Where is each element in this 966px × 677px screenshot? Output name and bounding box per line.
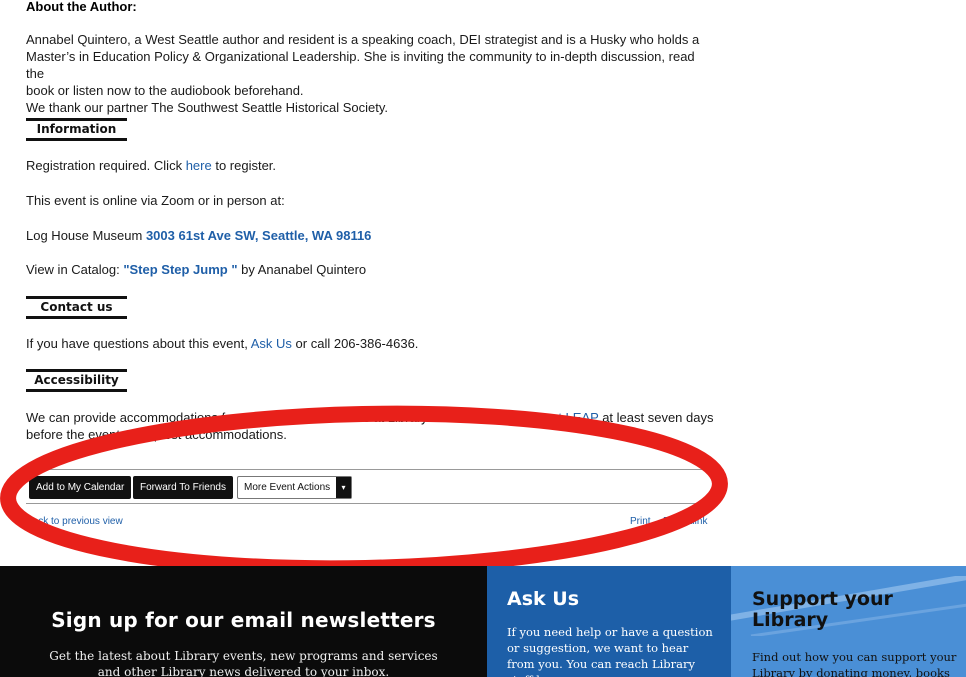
online-text: This event is online via Zoom or in pers… bbox=[26, 193, 285, 208]
permalink-link[interactable]: Permalink bbox=[663, 516, 707, 527]
bio-line: We thank our partner The Southwest Seatt… bbox=[26, 100, 389, 115]
venue-prefix: Log House Museum bbox=[26, 228, 146, 243]
registration-prefix: Registration required. Click bbox=[26, 158, 186, 173]
accessibility-text: We can provide accommodations for people… bbox=[26, 409, 716, 443]
support-library-panel[interactable]: Support your Library Find out how you ca… bbox=[731, 566, 966, 677]
add-to-calendar-button[interactable]: Add to My Calendar bbox=[29, 476, 132, 499]
catalog-title-link[interactable]: "Step Step Jump " bbox=[123, 262, 237, 277]
chevron-down-icon[interactable]: ▾ bbox=[336, 477, 351, 498]
catalog-text: View in Catalog: "Step Step Jump " by An… bbox=[26, 261, 366, 278]
catalog-suffix: by Ananabel Quintero bbox=[237, 262, 367, 277]
more-event-actions-select[interactable]: More Event Actions ▾ bbox=[237, 476, 352, 499]
information-heading: Information bbox=[26, 118, 127, 141]
ask-us-link[interactable]: Ask Us bbox=[251, 336, 292, 351]
accessibility-heading: Accessibility bbox=[26, 369, 127, 392]
site-footer: Sign up for our email newsletters Get th… bbox=[0, 566, 966, 677]
newsletter-text: Get the latest about Library events, new… bbox=[49, 649, 438, 677]
registration-text: Registration required. Click here to reg… bbox=[26, 157, 276, 174]
contact-prefix: If you have questions about this event, bbox=[26, 336, 251, 351]
catalog-prefix: View in Catalog: bbox=[26, 262, 124, 277]
registration-link[interactable]: here bbox=[186, 158, 212, 173]
event-action-bar: Add to My Calendar Forward To Friends Mo… bbox=[26, 469, 716, 504]
print-link[interactable]: Print bbox=[630, 516, 651, 527]
registration-suffix: to register. bbox=[211, 158, 277, 173]
newsletter-title: Sign up for our email newsletters bbox=[51, 608, 436, 632]
accessibility-line: We can provide accommodations for people… bbox=[26, 409, 716, 426]
accessibility-text-mid: or people with disabilities at Library e… bbox=[225, 410, 521, 425]
venue-text: Log House Museum 3003 61st Ave SW, Seatt… bbox=[26, 227, 371, 244]
support-title: Support your Library bbox=[752, 589, 966, 631]
about-author-heading: About the Author: bbox=[26, 0, 137, 14]
ask-us-title: Ask Us bbox=[507, 588, 580, 610]
contact-leap-link[interactable]: contact LEAP bbox=[520, 410, 599, 425]
accessibility-text-start: We can provide accommodations f bbox=[26, 410, 226, 425]
more-event-actions-label: More Event Actions bbox=[244, 482, 331, 493]
support-title-line: Support your bbox=[752, 588, 893, 610]
ask-us-text: If you need help or have a question or s… bbox=[507, 625, 713, 677]
venue-address-link[interactable]: 3003 61st Ave SW, Seattle, WA 98116 bbox=[146, 228, 371, 243]
author-bio: Annabel Quintero, a West Seattle author … bbox=[26, 31, 706, 116]
support-text: Find out how you can support your Librar… bbox=[752, 650, 957, 677]
contact-heading: Contact us bbox=[26, 296, 127, 319]
bio-line: book or listen now to the audiobook befo… bbox=[26, 83, 304, 98]
accessibility-text-end: at least seven days bbox=[598, 410, 714, 425]
accessibility-text-start: before the ev bbox=[26, 427, 102, 442]
newsletter-panel[interactable]: Sign up for our email newsletters Get th… bbox=[0, 566, 487, 677]
contact-suffix: or call 206-386-4636. bbox=[291, 336, 419, 351]
bio-line: Annabel Quintero, a West Seattle author … bbox=[26, 32, 700, 47]
contact-text: If you have questions about this event, … bbox=[26, 335, 418, 352]
accessibility-line: before the event to request accommodatio… bbox=[26, 426, 716, 443]
ask-us-panel[interactable]: Ask Us If you need help or have a questi… bbox=[487, 566, 731, 677]
support-title-line: Library bbox=[752, 609, 829, 631]
forward-to-friends-button[interactable]: Forward To Friends bbox=[133, 476, 233, 499]
accessibility-text-end: ent to request accommodations. bbox=[101, 427, 287, 442]
back-to-previous-link[interactable]: Back to previous view bbox=[26, 516, 123, 527]
bio-line: Master’s in Education Policy & Organizat… bbox=[26, 49, 695, 81]
